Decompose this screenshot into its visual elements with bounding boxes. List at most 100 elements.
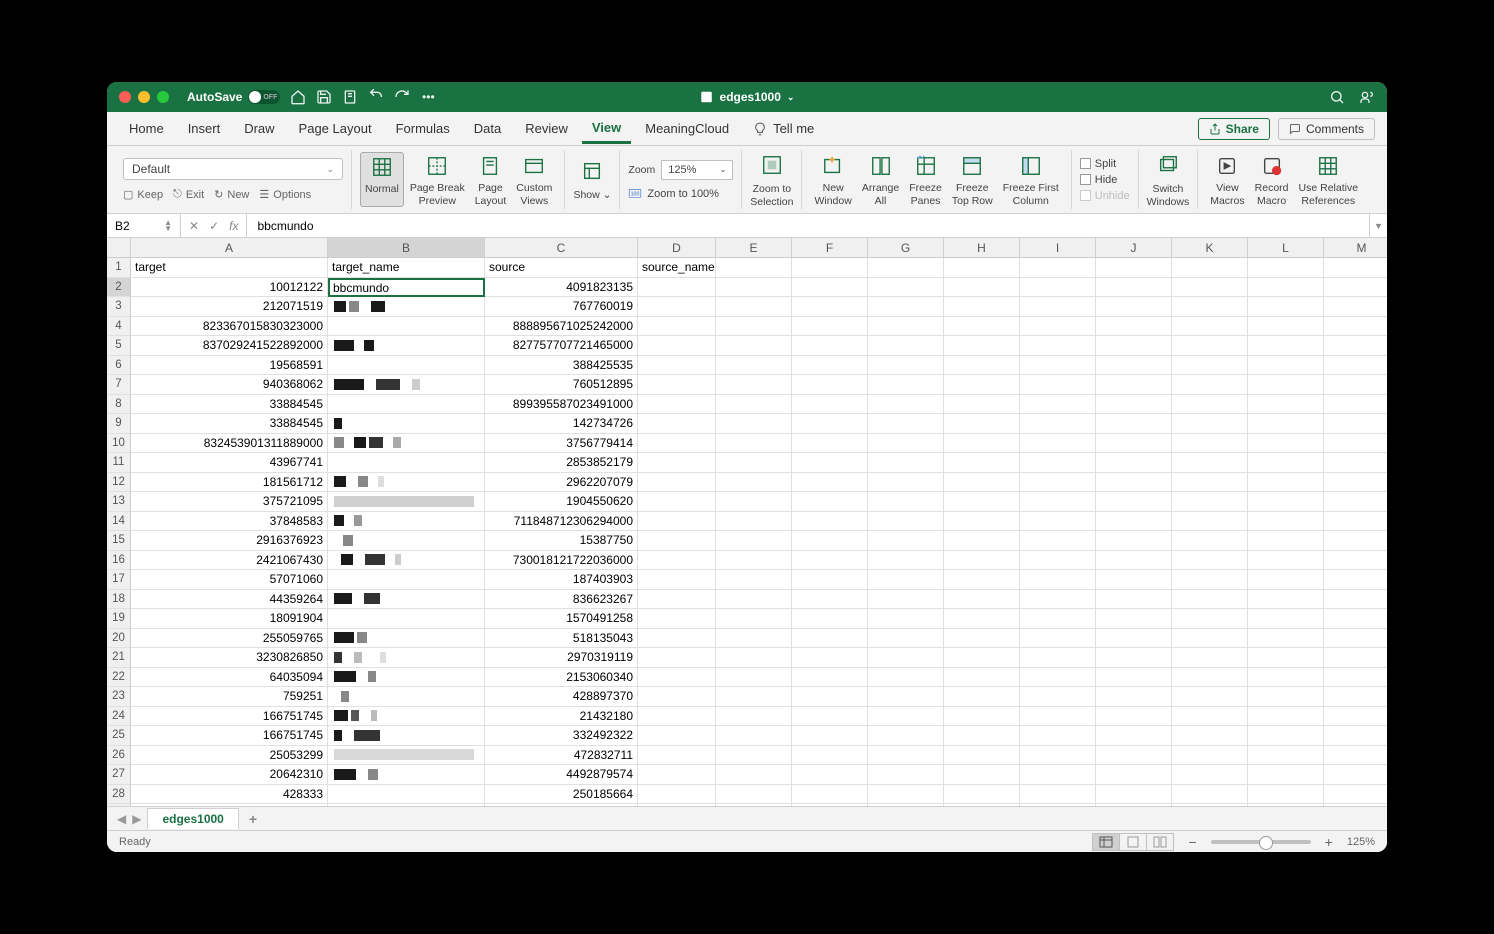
cell-17-B[interactable] (328, 570, 485, 590)
cell-9-J[interactable] (1096, 414, 1172, 434)
cell-19-H[interactable] (944, 609, 1020, 629)
cell-3-I[interactable] (1020, 297, 1096, 317)
cell-1-L[interactable] (1248, 258, 1324, 278)
cell-2-I[interactable] (1020, 278, 1096, 298)
col-header-C[interactable]: C (485, 238, 638, 258)
share-button[interactable]: Share (1198, 118, 1270, 140)
cell-5-D[interactable] (638, 336, 716, 356)
row-header-20[interactable]: 20 (107, 629, 131, 649)
cell-6-J[interactable] (1096, 356, 1172, 376)
cell-27-B[interactable] (328, 765, 485, 785)
cell-14-G[interactable] (868, 512, 944, 532)
cell-12-J[interactable] (1096, 473, 1172, 493)
cell-21-A[interactable]: 3230826850 (131, 648, 328, 668)
cell-2-D[interactable] (638, 278, 716, 298)
cell-14-L[interactable] (1248, 512, 1324, 532)
zoom-out[interactable]: − (1184, 834, 1200, 850)
col-header-H[interactable]: H (944, 238, 1020, 258)
cell-22-H[interactable] (944, 668, 1020, 688)
cell-23-M[interactable] (1324, 687, 1387, 707)
cell-13-A[interactable]: 375721095 (131, 492, 328, 512)
cell-17-C[interactable]: 187403903 (485, 570, 638, 590)
cell-6-M[interactable] (1324, 356, 1387, 376)
cell-29-C[interactable]: 866736162639138000 (485, 804, 638, 806)
cell-6-L[interactable] (1248, 356, 1324, 376)
cell-28-I[interactable] (1020, 785, 1096, 805)
cell-28-L[interactable] (1248, 785, 1324, 805)
cell-28-F[interactable] (792, 785, 868, 805)
font-select[interactable]: Default⌄ (123, 158, 343, 180)
cell-3-D[interactable] (638, 297, 716, 317)
cell-15-J[interactable] (1096, 531, 1172, 551)
cell-2-H[interactable] (944, 278, 1020, 298)
cell-4-E[interactable] (716, 317, 792, 337)
row-header-29[interactable]: 29 (107, 804, 131, 806)
cell-5-F[interactable] (792, 336, 868, 356)
cell-9-K[interactable] (1172, 414, 1248, 434)
search-icon[interactable] (1329, 89, 1345, 105)
cell-23-B[interactable] (328, 687, 485, 707)
cell-24-D[interactable] (638, 707, 716, 727)
cell-24-J[interactable] (1096, 707, 1172, 727)
cell-27-H[interactable] (944, 765, 1020, 785)
cell-15-G[interactable] (868, 531, 944, 551)
cell-19-M[interactable] (1324, 609, 1387, 629)
cell-18-F[interactable] (792, 590, 868, 610)
cell-9-M[interactable] (1324, 414, 1387, 434)
cell-27-G[interactable] (868, 765, 944, 785)
cell-16-C[interactable]: 730018121722036000 (485, 551, 638, 571)
cell-22-B[interactable] (328, 668, 485, 688)
cell-23-C[interactable]: 428897370 (485, 687, 638, 707)
cell-13-D[interactable] (638, 492, 716, 512)
col-header-I[interactable]: I (1020, 238, 1096, 258)
hide-check[interactable]: Hide (1080, 173, 1130, 187)
cell-23-D[interactable] (638, 687, 716, 707)
cell-17-F[interactable] (792, 570, 868, 590)
cell-27-M[interactable] (1324, 765, 1387, 785)
cell-9-D[interactable] (638, 414, 716, 434)
cell-17-A[interactable]: 57071060 (131, 570, 328, 590)
row-header-15[interactable]: 15 (107, 531, 131, 551)
cell-20-B[interactable] (328, 629, 485, 649)
cell-14-A[interactable]: 37848583 (131, 512, 328, 532)
cell-13-E[interactable] (716, 492, 792, 512)
col-header-B[interactable]: B (328, 238, 485, 258)
cell-26-M[interactable] (1324, 746, 1387, 766)
cell-4-G[interactable] (868, 317, 944, 337)
cell-26-H[interactable] (944, 746, 1020, 766)
cell-12-G[interactable] (868, 473, 944, 493)
cell-7-J[interactable] (1096, 375, 1172, 395)
cell-10-M[interactable] (1324, 434, 1387, 454)
zoom-selection[interactable]: Zoom to Selection (742, 150, 802, 209)
cell-4-M[interactable] (1324, 317, 1387, 337)
cell-19-K[interactable] (1172, 609, 1248, 629)
cell-14-H[interactable] (944, 512, 1020, 532)
cell-16-H[interactable] (944, 551, 1020, 571)
cell-17-E[interactable] (716, 570, 792, 590)
cell-13-J[interactable] (1096, 492, 1172, 512)
cell-8-I[interactable] (1020, 395, 1096, 415)
tab-next[interactable]: ▶ (132, 812, 141, 826)
cell-10-D[interactable] (638, 434, 716, 454)
cell-9-L[interactable] (1248, 414, 1324, 434)
row-header-12[interactable]: 12 (107, 473, 131, 493)
cell-22-M[interactable] (1324, 668, 1387, 688)
cell-16-B[interactable] (328, 551, 485, 571)
cell-22-C[interactable]: 2153060340 (485, 668, 638, 688)
cell-16-F[interactable] (792, 551, 868, 571)
cell-11-K[interactable] (1172, 453, 1248, 473)
cell-29-J[interactable] (1096, 804, 1172, 806)
row-header-28[interactable]: 28 (107, 785, 131, 805)
cell-24-B[interactable] (328, 707, 485, 727)
cell-18-J[interactable] (1096, 590, 1172, 610)
cell-21-H[interactable] (944, 648, 1020, 668)
cell-17-I[interactable] (1020, 570, 1096, 590)
cell-4-B[interactable] (328, 317, 485, 337)
cell-4-K[interactable] (1172, 317, 1248, 337)
cell-8-B[interactable] (328, 395, 485, 415)
cell-6-I[interactable] (1020, 356, 1096, 376)
row-header-23[interactable]: 23 (107, 687, 131, 707)
sheetview-keep[interactable]: ▢ Keep (123, 188, 163, 201)
cell-3-C[interactable]: 767760019 (485, 297, 638, 317)
cell-10-A[interactable]: 832453901311889000 (131, 434, 328, 454)
